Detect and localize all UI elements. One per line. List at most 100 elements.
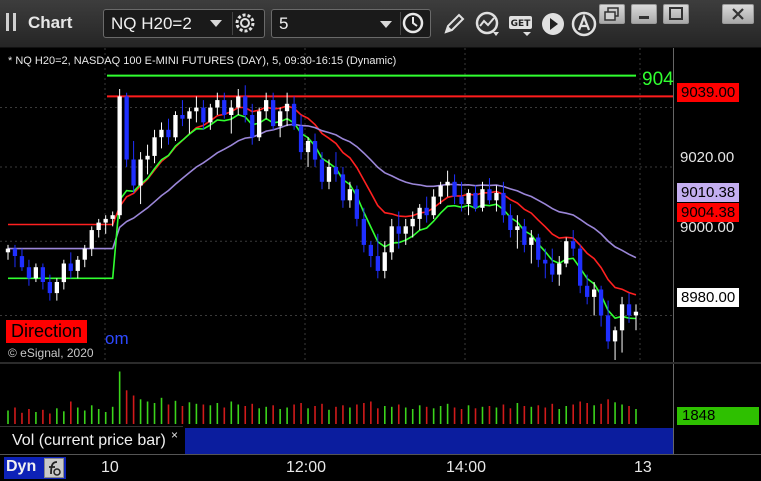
candle-body xyxy=(326,166,332,182)
candle-body xyxy=(278,111,283,127)
candle-body xyxy=(452,181,457,197)
maximize-button[interactable] xyxy=(663,4,689,24)
price-axis[interactable]: 904 9020.00 9000.00 9039.00 9010.38 9004… xyxy=(642,48,761,362)
alert-icon[interactable] xyxy=(570,10,598,38)
candle-body xyxy=(264,100,269,112)
interval-clock-button[interactable] xyxy=(400,12,425,35)
time-tick: 12:00 xyxy=(286,459,327,476)
candle-body xyxy=(250,115,255,138)
volume-tag: 1848 xyxy=(677,407,759,425)
settings-icon[interactable] xyxy=(233,12,258,35)
svg-text:GET: GET xyxy=(511,19,532,29)
candle-body xyxy=(26,267,32,279)
price-tag-last: 8980.00 xyxy=(677,288,740,307)
green-level-label: 904 xyxy=(642,69,674,90)
candle-body xyxy=(229,107,234,115)
get-data-button[interactable]: GET xyxy=(507,10,535,38)
volume-study-label[interactable]: Vol (current price bar) xyxy=(0,426,183,454)
candle-body xyxy=(222,100,227,115)
candle-body xyxy=(166,129,171,138)
time-tick: 13 xyxy=(634,459,652,476)
purple-average-line xyxy=(8,123,637,259)
candle-body xyxy=(152,137,157,156)
candle-body xyxy=(508,215,513,230)
candle-body xyxy=(82,248,87,260)
candle-body xyxy=(396,226,401,234)
symbol-dropdown-arrow[interactable] xyxy=(210,20,222,27)
minimize-button[interactable] xyxy=(631,4,657,24)
candle-body xyxy=(480,189,485,208)
candle-body xyxy=(550,263,555,275)
candle-body xyxy=(319,159,325,182)
candle-body xyxy=(543,259,548,264)
replay-button[interactable] xyxy=(539,10,567,38)
interval-value[interactable]: 5 xyxy=(279,14,288,33)
restore-button[interactable] xyxy=(599,4,625,24)
candle-body xyxy=(424,207,429,216)
symbol-combo[interactable]: NQ H20=2 xyxy=(103,9,265,38)
candle-body xyxy=(138,159,143,186)
candle-body xyxy=(438,185,443,197)
close-icon[interactable] xyxy=(730,7,746,21)
draw-tool-button[interactable] xyxy=(440,10,468,38)
symbol-value[interactable]: NQ H20=2 xyxy=(111,14,192,33)
time-tick: 10 xyxy=(101,459,119,476)
candle-body xyxy=(501,192,506,216)
candle-body xyxy=(626,304,632,316)
candle-body xyxy=(557,263,562,275)
candle-body xyxy=(375,256,380,271)
candle-body xyxy=(368,244,373,256)
alert-button[interactable] xyxy=(570,10,598,38)
candle-body xyxy=(633,311,639,316)
candle-body xyxy=(382,252,387,271)
time-tick: 14:00 xyxy=(446,459,487,476)
candle-body xyxy=(68,263,73,271)
chevron-down-icon[interactable] xyxy=(380,21,392,28)
url-fragment: om xyxy=(105,329,129,348)
volume-canvas[interactable] xyxy=(0,364,673,426)
play-icon[interactable] xyxy=(539,10,567,38)
candle-body xyxy=(529,237,534,245)
volume-close-button[interactable]: × xyxy=(171,428,178,442)
volume-label-bar xyxy=(185,428,673,454)
candle-body xyxy=(347,189,352,201)
candle-body xyxy=(585,285,590,297)
symbol-settings-button[interactable] xyxy=(232,12,257,35)
price-tag-red-ma: 9004.38 xyxy=(677,203,740,222)
candle-body xyxy=(117,96,122,216)
maximize-icon[interactable] xyxy=(668,7,684,21)
time-axis[interactable]: Dyn 10 12:00 14:00 13 xyxy=(0,454,761,481)
candle-body xyxy=(389,226,394,253)
get-icon[interactable]: GET xyxy=(507,10,535,38)
clock-icon[interactable] xyxy=(401,12,426,35)
indicator-button[interactable] xyxy=(474,10,502,38)
interval-combo[interactable]: 5 xyxy=(271,9,431,38)
chart-window: Chart NQ H20=2 5 GET * NQ H20=2, NASDAQ … xyxy=(0,0,761,481)
candle-body xyxy=(305,141,311,153)
candle-body xyxy=(598,289,604,316)
candle-body xyxy=(410,218,415,227)
candle-body xyxy=(284,103,290,112)
price-chart[interactable]: * NQ H20=2, NASDAQ 100 E-MINI FUTURES (D… xyxy=(0,48,673,362)
fx-button[interactable] xyxy=(44,458,64,478)
minimize-icon[interactable] xyxy=(636,7,652,21)
candle-body xyxy=(159,129,164,138)
candle-body xyxy=(494,192,499,201)
candle-body xyxy=(47,282,52,294)
candle-body xyxy=(612,330,618,342)
pencil-icon[interactable] xyxy=(440,10,468,38)
close-button[interactable] xyxy=(722,4,754,24)
candle-body xyxy=(515,226,520,230)
candle-body xyxy=(459,196,464,204)
price-chart-canvas[interactable] xyxy=(0,48,673,362)
fx-icon[interactable] xyxy=(45,459,63,477)
restore-icon[interactable] xyxy=(604,7,620,21)
candle-body xyxy=(75,259,80,271)
candle-body xyxy=(208,107,213,123)
app-menu-icon[interactable] xyxy=(5,13,19,31)
candle-body xyxy=(19,256,25,268)
candle-body xyxy=(312,141,318,160)
indicator-icon[interactable] xyxy=(474,10,502,38)
candle-body xyxy=(536,237,541,260)
candle-body xyxy=(40,267,45,282)
